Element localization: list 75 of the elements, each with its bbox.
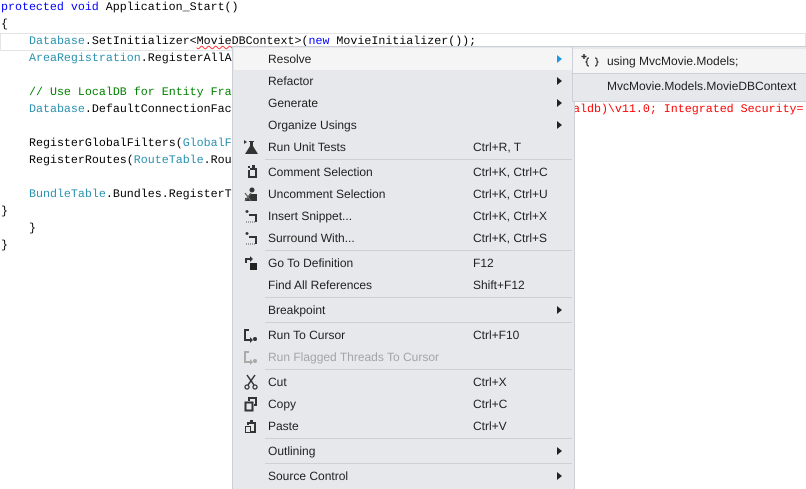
- scissors-icon: [243, 374, 259, 390]
- code-text: Database: [29, 35, 85, 48]
- run-to-cursor-icon: [243, 327, 259, 343]
- shortcut-text: F12: [473, 256, 494, 270]
- snippet-icon: [243, 208, 259, 224]
- menu-item[interactable]: Resolve: [234, 48, 573, 70]
- shortcut-text: Ctrl+K, Ctrl+X: [473, 209, 548, 223]
- submenu-arrow-icon: [557, 121, 562, 129]
- menu-item[interactable]: Paste Ctrl+V: [234, 415, 573, 437]
- submenu-arrow-icon: [557, 55, 562, 63]
- menu-item[interactable]: Generate: [234, 92, 573, 114]
- menu-item[interactable]: Breakpoint: [234, 299, 573, 321]
- menu-item[interactable]: Uncomment Selection Ctrl+K, Ctrl+U: [234, 183, 573, 205]
- submenu-arrow-icon: [557, 77, 562, 85]
- code-text: .DefaultConnectionFac: [84, 103, 232, 116]
- code-text: protected void: [1, 1, 99, 14]
- code-text: {: [1, 18, 8, 31]
- submenu-arrow-icon: [557, 447, 562, 455]
- shortcut-text: Ctrl+F10: [473, 328, 520, 342]
- code-text: .Rou: [204, 154, 232, 167]
- code-text: >(: [294, 35, 308, 48]
- code-text: BundleTable: [29, 188, 106, 201]
- menu-item[interactable]: Run Unit Tests Ctrl+R, T: [234, 136, 573, 158]
- submenu-arrow-icon: [557, 306, 562, 314]
- menu-item[interactable]: Find All References Shift+F12: [234, 274, 573, 296]
- copy-icon: [243, 396, 259, 412]
- menu-item[interactable]: Outlining: [234, 440, 573, 462]
- shortcut-text: Ctrl+K, Ctrl+U: [473, 187, 548, 201]
- clipboard-icon: [243, 418, 259, 434]
- flask-icon: [243, 139, 259, 155]
- code-text: .Bundles.RegisterT: [106, 188, 232, 201]
- code-text: Application_Start(): [104, 1, 239, 14]
- code-text: }: [1, 239, 8, 252]
- code-text: ());: [448, 35, 476, 48]
- code-text: aldb)\v11.0; Integrated Security=: [573, 102, 805, 118]
- menu-item[interactable]: Refactor: [234, 70, 573, 92]
- submenu-arrow-icon: [557, 99, 562, 107]
- menu-item[interactable]: Organize Usings: [234, 114, 573, 136]
- menu-item[interactable]: Comment Selection Ctrl+K, Ctrl+C: [234, 161, 573, 183]
- add-using-icon: [581, 54, 599, 68]
- shortcut-text: Ctrl+X: [473, 375, 507, 389]
- shortcut-text: Ctrl+C: [473, 397, 508, 411]
- shortcut-text: Ctrl+K, Ctrl+C: [473, 165, 548, 179]
- code-text: Database: [29, 103, 85, 116]
- shortcut-text: Ctrl+V: [473, 419, 507, 433]
- code-text: MovieInitializer: [336, 35, 448, 48]
- menu-item[interactable]: Surround With... Ctrl+K, Ctrl+S: [234, 227, 573, 249]
- menu-item[interactable]: using MvcMovie.Models;: [573, 49, 806, 74]
- code-text: }: [29, 222, 36, 235]
- code-text: MovieDBContext: [196, 35, 294, 48]
- code-text: }: [1, 205, 8, 218]
- snippet-icon: [243, 230, 259, 246]
- code-text: new: [308, 35, 330, 48]
- code-text: RegisterGlobalFilters(: [29, 137, 183, 150]
- run-to-cursor-icon: [243, 349, 259, 365]
- code-text: // Use LocalDB for Entity Fra: [29, 86, 232, 99]
- menu-item[interactable]: Insert Snippet... Ctrl+K, Ctrl+X: [234, 205, 573, 227]
- submenu-arrow-icon: [557, 472, 562, 480]
- go-to-definition-icon: [243, 255, 259, 271]
- menu-item[interactable]: Go To Definition F12: [234, 252, 573, 274]
- menu-item[interactable]: Source Control: [234, 465, 573, 487]
- menu-item[interactable]: Cut Ctrl+X: [234, 371, 573, 393]
- code-text: .SetInitializer<: [84, 35, 197, 48]
- shortcut-text: Ctrl+K, Ctrl+S: [473, 231, 548, 245]
- menu-item[interactable]: Copy Ctrl+C: [234, 393, 573, 415]
- code-text: RegisterRoutes(: [29, 154, 134, 167]
- menu-item[interactable]: Run To Cursor Ctrl+F10: [234, 324, 573, 346]
- shortcut-text: Ctrl+R, T: [473, 140, 522, 154]
- code-text: RouteTable: [134, 154, 204, 167]
- code-text: .RegisterAllA: [140, 52, 232, 65]
- code-text: GlobalF: [182, 137, 232, 150]
- code-text: AreaRegistration: [29, 52, 141, 65]
- menu-item[interactable]: MvcMovie.Models.MovieDBContext: [573, 74, 806, 99]
- uncomment-icon: [243, 186, 259, 202]
- shortcut-text: Shift+F12: [473, 278, 525, 292]
